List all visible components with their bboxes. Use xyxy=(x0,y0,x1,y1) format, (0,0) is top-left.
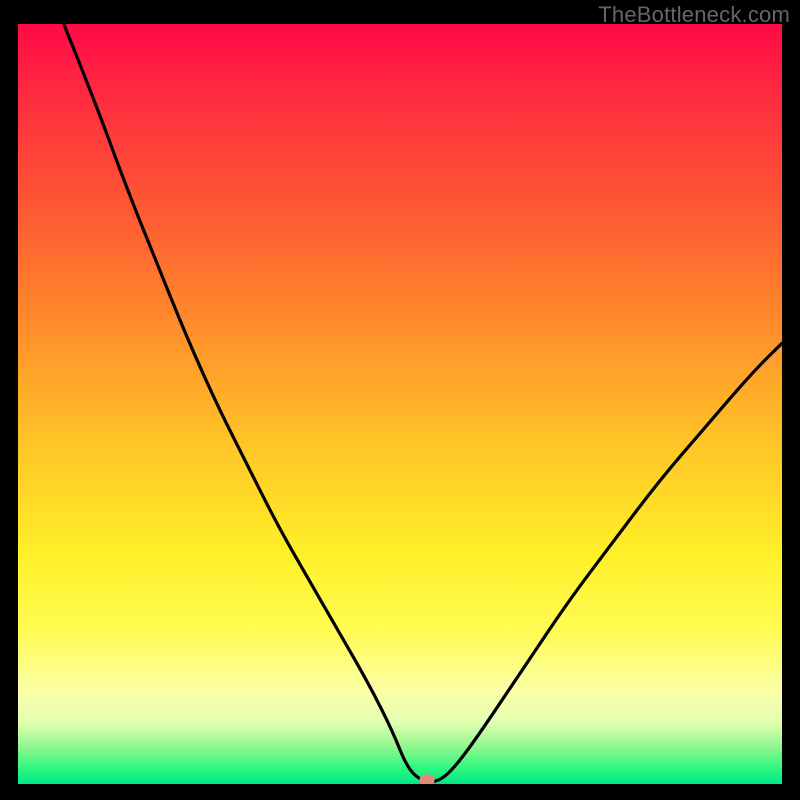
optimal-marker xyxy=(419,775,434,784)
plot-area xyxy=(18,24,782,784)
watermark-text: TheBottleneck.com xyxy=(598,2,790,28)
bottleneck-curve xyxy=(18,24,782,784)
chart-frame: TheBottleneck.com xyxy=(0,0,800,800)
